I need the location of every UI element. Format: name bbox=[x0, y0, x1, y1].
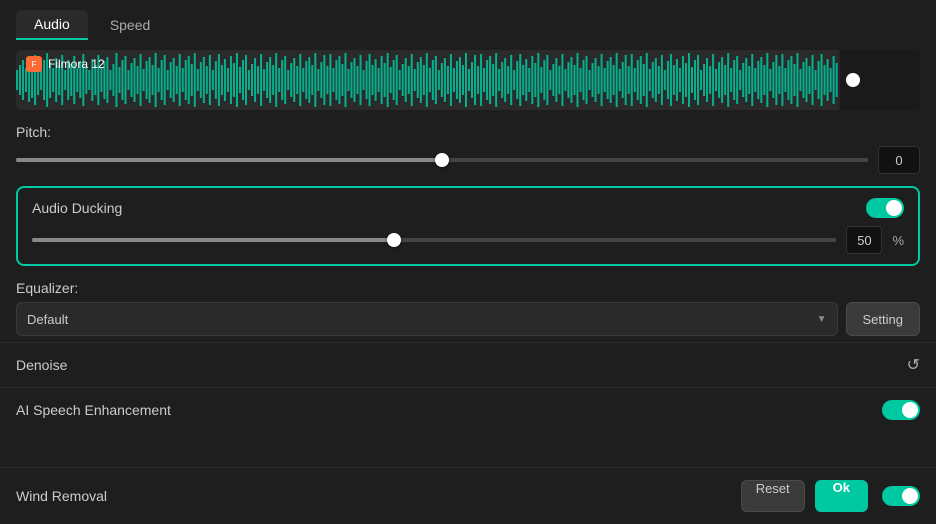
waveform-svg: // This won't run inside SVG, so we inli… bbox=[16, 50, 920, 110]
ai-speech-toggle-knob bbox=[902, 402, 918, 418]
refresh-icon[interactable]: ↺ bbox=[907, 355, 920, 375]
equalizer-label: Equalizer: bbox=[16, 280, 920, 296]
waveform-label: F Filmora 12 bbox=[26, 56, 105, 72]
ducking-slider-row: 50 % bbox=[32, 226, 904, 254]
ai-speech-label: AI Speech Enhancement bbox=[16, 402, 171, 418]
pitch-slider[interactable] bbox=[16, 158, 868, 162]
denoise-label: Denoise bbox=[16, 357, 67, 373]
wind-removal-toggle[interactable] bbox=[882, 486, 920, 506]
ducking-percent: % bbox=[892, 233, 904, 248]
equalizer-selected: Default bbox=[27, 312, 68, 327]
ok-button[interactable]: Ok bbox=[815, 480, 868, 512]
waveform-bar: F Filmora 12 // This won't run inside SV… bbox=[16, 50, 920, 110]
chevron-down-icon: ▼ bbox=[817, 314, 827, 325]
ai-speech-row: AI Speech Enhancement bbox=[0, 387, 936, 432]
waveform-playhead[interactable] bbox=[846, 73, 860, 87]
pitch-value[interactable]: 0 bbox=[878, 146, 920, 174]
ducking-value[interactable]: 50 bbox=[846, 226, 882, 254]
pitch-slider-row: 0 bbox=[16, 146, 920, 174]
pitch-label: Pitch: bbox=[16, 124, 920, 140]
audio-panel: Audio Speed F Filmora 12 // This won't r… bbox=[0, 0, 936, 524]
pitch-section: Pitch: 0 bbox=[0, 118, 936, 180]
audio-ducking-section: Audio Ducking 50 % bbox=[16, 186, 920, 266]
reset-button[interactable]: Reset bbox=[741, 480, 805, 512]
wind-removal-toggle-knob bbox=[902, 488, 918, 504]
ai-speech-toggle[interactable] bbox=[882, 400, 920, 420]
ducking-slider[interactable] bbox=[32, 238, 836, 242]
equalizer-row: Default ▼ Setting bbox=[16, 302, 920, 336]
equalizer-dropdown[interactable]: Default ▼ bbox=[16, 302, 838, 336]
equalizer-setting-button[interactable]: Setting bbox=[846, 302, 920, 336]
tab-audio[interactable]: Audio bbox=[16, 10, 88, 40]
filmora-icon: F bbox=[26, 56, 42, 72]
tab-bar: Audio Speed bbox=[0, 0, 936, 40]
tab-speed[interactable]: Speed bbox=[92, 10, 168, 40]
waveform-filename: Filmora 12 bbox=[48, 57, 105, 71]
ducking-label: Audio Ducking bbox=[32, 200, 122, 216]
wind-removal-label: Wind Removal bbox=[16, 488, 107, 504]
ducking-toggle[interactable] bbox=[866, 198, 904, 218]
ducking-header: Audio Ducking bbox=[32, 198, 904, 218]
denoise-row: Denoise ↺ bbox=[0, 342, 936, 387]
waveform-container: F Filmora 12 // This won't run inside SV… bbox=[16, 50, 920, 110]
ducking-toggle-knob bbox=[886, 200, 902, 216]
equalizer-section: Equalizer: Default ▼ Setting bbox=[0, 272, 936, 342]
wind-removal-row: Wind Removal Reset Ok bbox=[0, 467, 936, 524]
